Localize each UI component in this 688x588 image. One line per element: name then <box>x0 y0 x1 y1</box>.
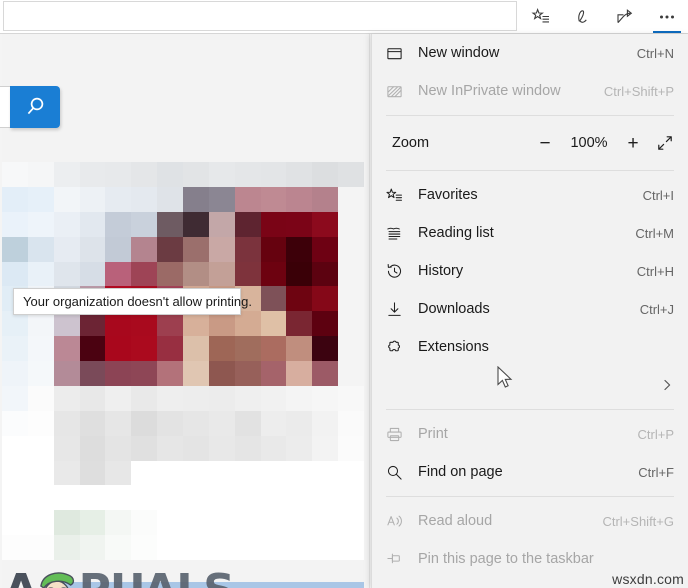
toolbar-icon-group <box>520 0 688 33</box>
menu-item-shortcut: Ctrl+F <box>638 464 674 480</box>
mouse-cursor <box>497 365 515 396</box>
menu-item-label: Read aloud <box>418 513 493 529</box>
appuals-watermark: A PUALS <box>4 565 235 588</box>
menu-item-extensions[interactable]: Extensions <box>372 328 688 366</box>
address-bar[interactable] <box>3 1 517 31</box>
menu-item-label: Reading list <box>418 225 494 241</box>
zoom-in-button[interactable]: + <box>624 134 642 153</box>
menu-item-zoom: Zoom −100% + <box>372 121 688 165</box>
zoom-label: Zoom <box>392 135 430 151</box>
menu-item-downloads[interactable]: Downloads Ctrl+J <box>372 290 688 328</box>
fullscreen-icon[interactable] <box>656 135 674 151</box>
search-input[interactable] <box>0 86 10 128</box>
search-button[interactable] <box>10 86 60 128</box>
share-icon[interactable] <box>604 0 646 33</box>
browser-window: A PUALS New window Ctrl+N New InPrivate wi… <box>0 0 688 588</box>
menu-item-label: Extensions <box>418 339 489 355</box>
menu-item-history[interactable]: History Ctrl+H <box>372 252 688 290</box>
more-ellipsis-icon[interactable] <box>646 0 688 33</box>
menu-item-item[interactable] <box>372 366 688 404</box>
favorites-icon[interactable] <box>520 0 562 33</box>
reading-list-icon <box>386 225 412 242</box>
menu-item-find-on-page[interactable]: Find on page Ctrl+F <box>372 453 688 491</box>
menu-item-label: New InPrivate window <box>418 83 561 99</box>
menu-item-new-window[interactable]: New window Ctrl+N <box>372 34 688 72</box>
new-window-icon <box>386 45 412 62</box>
pixelated-photo <box>2 162 364 560</box>
favorites-star-icon <box>386 187 412 204</box>
extensions-puzzle-icon <box>386 339 412 356</box>
menu-item-label: Find on page <box>418 464 503 480</box>
menu-item-label: New window <box>418 45 500 61</box>
downloads-arrow-icon <box>386 301 412 318</box>
menu-item-new-inprivate-window[interactable]: New InPrivate window Ctrl+Shift+P <box>372 72 688 110</box>
menu-separator <box>386 496 674 497</box>
appuals-mascot-icon <box>40 572 75 588</box>
menu-item-shortcut: Ctrl+Shift+G <box>602 513 674 529</box>
wsxdn-watermark: wsxdn.com <box>612 571 684 587</box>
menu-separator <box>386 170 674 171</box>
find-magnifier-icon <box>386 464 412 481</box>
printer-icon <box>386 426 412 443</box>
print-disabled-tooltip: Your organization doesn't allow printing… <box>13 288 252 315</box>
menu-item-shortcut: Ctrl+Shift+P <box>603 83 674 99</box>
zoom-out-button[interactable]: − <box>536 134 554 153</box>
read-aloud-icon <box>386 513 412 530</box>
site-search-row <box>0 86 92 128</box>
history-clock-icon <box>386 263 412 280</box>
zoom-value: 100% <box>570 135 608 151</box>
menu-item-shortcut: Ctrl+J <box>639 301 674 317</box>
menu-item-label: Pin this page to the taskbar <box>418 551 594 567</box>
menu-separator <box>386 409 674 410</box>
menu-item-label: Downloads <box>418 301 490 317</box>
menu-item-print[interactable]: Print Ctrl+P <box>372 415 688 453</box>
menu-item-read-aloud[interactable]: Read aloud Ctrl+Shift+G <box>372 502 688 540</box>
menu-separator <box>386 115 674 116</box>
appuals-wordmark: PUALS <box>79 569 235 588</box>
browser-toolbar <box>0 0 688 33</box>
zoom-controls: −100% + <box>536 134 674 153</box>
menu-item-favorites[interactable]: Favorites Ctrl+I <box>372 176 688 214</box>
pixel-grid <box>2 162 364 560</box>
menu-item-shortcut: Ctrl+P <box>637 426 674 442</box>
menu-item-shortcut: Ctrl+H <box>636 263 674 279</box>
edge-settings-menu: New window Ctrl+N New InPrivate window Ctrl… <box>371 34 688 588</box>
inprivate-window-icon <box>386 83 412 100</box>
menu-item-shortcut: Ctrl+I <box>642 187 674 203</box>
chevron-right-icon <box>660 378 674 392</box>
notes-pen-icon[interactable] <box>562 0 604 33</box>
menu-item-label: Print <box>418 426 448 442</box>
menu-item-label: History <box>418 263 464 279</box>
menu-item-shortcut: Ctrl+N <box>636 45 674 61</box>
menu-item-reading-list[interactable]: Reading list Ctrl+M <box>372 214 688 252</box>
menu-item-shortcut: Ctrl+M <box>635 225 674 241</box>
menu-item-label: Favorites <box>418 187 478 203</box>
pin-taskbar-icon <box>386 551 412 568</box>
